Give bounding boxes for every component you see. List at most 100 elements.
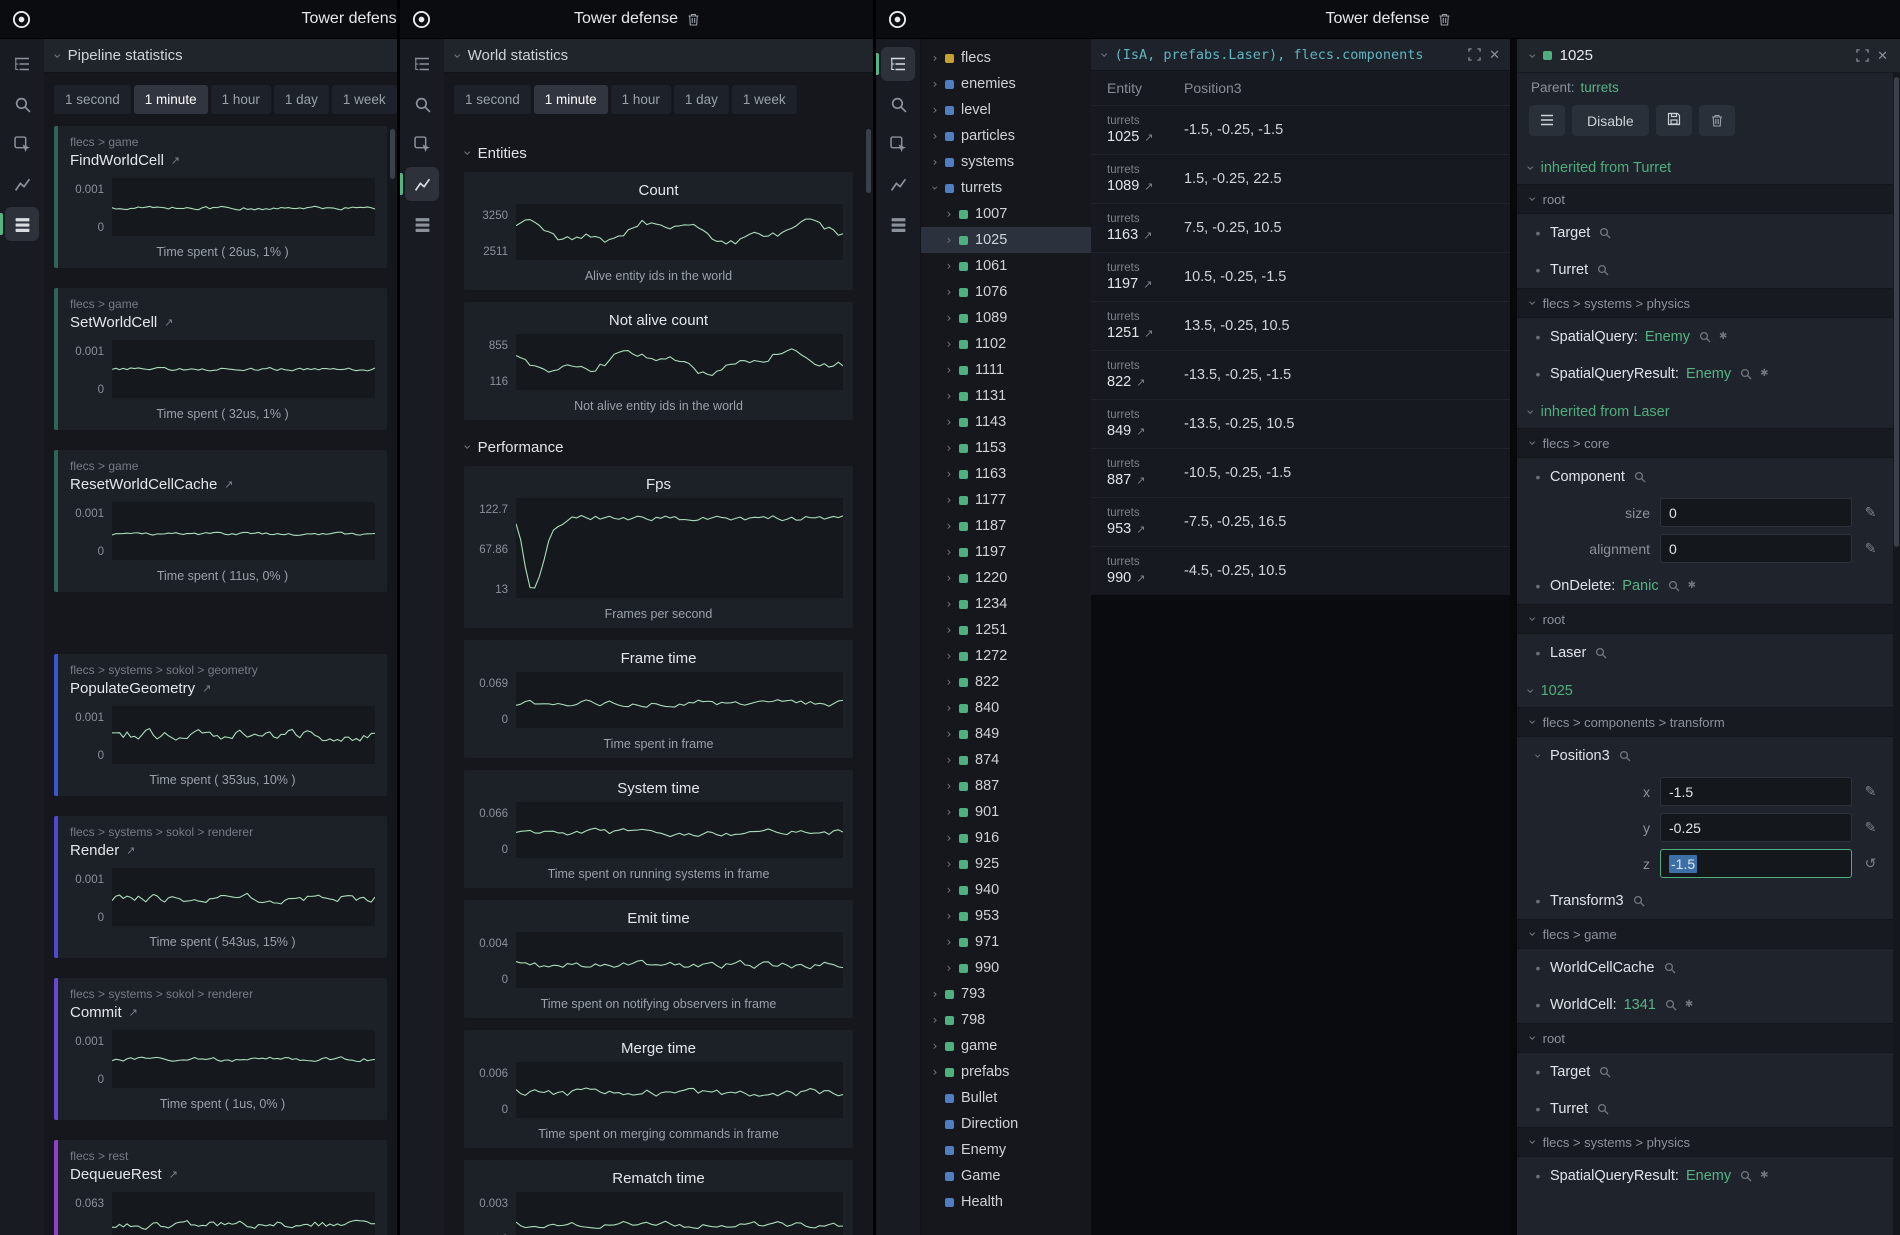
tree-item-1076[interactable]: ›1076 — [921, 279, 1091, 305]
tree-item-flecs[interactable]: ›flecs — [921, 45, 1091, 71]
inspector-group-header[interactable]: ›flecs > core — [1517, 428, 1893, 458]
chevron-right-icon[interactable]: › — [943, 364, 955, 376]
chevron-right-icon[interactable]: › — [943, 858, 955, 870]
chevron-down-icon[interactable]: › — [1525, 196, 1539, 202]
inspector-group-header[interactable]: ›flecs > components > transform — [1517, 707, 1893, 737]
chevron-down-icon[interactable]: › — [1525, 300, 1539, 306]
chevron-right-icon[interactable]: › — [943, 260, 955, 272]
chevron-down-icon[interactable]: › — [1525, 440, 1539, 446]
component-row[interactable]: •Target — [1517, 1053, 1893, 1090]
section-header-performance[interactable]: ›Performance — [464, 436, 853, 458]
time-range-1-hour[interactable]: 1 hour — [211, 85, 271, 114]
time-range-1-week[interactable]: 1 week — [332, 85, 397, 114]
tree-item-1163[interactable]: ›1163 — [921, 461, 1091, 487]
trash-icon[interactable] — [1439, 13, 1451, 26]
chevron-right-icon[interactable]: › — [943, 312, 955, 324]
entity-id[interactable]: 1025 — [1107, 129, 1139, 145]
magnifier-icon[interactable] — [1740, 1170, 1752, 1182]
field-input-alignment[interactable]: 0 — [1660, 534, 1852, 563]
chevron-right-icon[interactable]: › — [929, 52, 941, 64]
expand-icon[interactable] — [1468, 48, 1481, 61]
chevron-right-icon[interactable]: › — [943, 650, 955, 662]
query-result-row[interactable]: turrets1163↗7.5, -0.25, 10.5 — [1091, 203, 1510, 252]
tree-item-1177[interactable]: ›1177 — [921, 487, 1091, 513]
chevron-right-icon[interactable]: › — [943, 910, 955, 922]
query-result-row[interactable]: turrets1251↗13.5, -0.25, 10.5 — [1091, 301, 1510, 350]
tree-item-1187[interactable]: ›1187 — [921, 513, 1091, 539]
tree-item-990[interactable]: ›990 — [921, 955, 1091, 981]
chart-view-icon[interactable] — [881, 167, 915, 201]
component-row[interactable]: •Laser — [1517, 634, 1893, 671]
tree-item-1197[interactable]: ›1197 — [921, 539, 1091, 565]
entity-id[interactable]: 1197 — [1107, 276, 1138, 292]
inspector-section-header[interactable]: ›1025 — [1517, 675, 1893, 707]
tree-item-game[interactable]: ›game — [921, 1033, 1091, 1059]
tree-item-1111[interactable]: ›1111 — [921, 357, 1091, 383]
component-row[interactable]: •WorldCellCache — [1517, 949, 1893, 986]
magnifier-icon[interactable] — [1665, 999, 1677, 1011]
chevron-down-icon[interactable]: › — [1532, 751, 1544, 761]
entity-id[interactable]: 887 — [1107, 472, 1131, 488]
query-result-row[interactable]: turrets822↗-13.5, -0.25, -1.5 — [1091, 350, 1510, 399]
field-input-x[interactable]: -1.5 — [1660, 777, 1852, 806]
chevron-down-icon[interactable]: › — [1525, 1035, 1539, 1041]
query-result-row[interactable]: turrets1025↗-1.5, -0.25, -1.5 — [1091, 105, 1510, 154]
chevron-right-icon[interactable]: › — [943, 468, 955, 480]
component-row[interactable]: •WorldCell:1341✱ — [1517, 986, 1893, 1023]
scrollbar-thumb[interactable] — [1894, 77, 1899, 547]
tree-item-849[interactable]: ›849 — [921, 721, 1091, 747]
component-row[interactable]: •Turret — [1517, 1090, 1893, 1127]
chevron-right-icon[interactable]: › — [929, 988, 941, 1000]
component-row[interactable]: •SpatialQueryResult:Enemy✱ — [1517, 355, 1893, 392]
tree-view-icon[interactable] — [881, 47, 915, 81]
chevron-right-icon[interactable]: › — [929, 104, 941, 116]
field-input-y[interactable]: -0.25 — [1660, 813, 1852, 842]
query-result-row[interactable]: turrets1197↗10.5, -0.25, -1.5 — [1091, 252, 1510, 301]
chevron-down-icon[interactable]: › — [1097, 52, 1111, 58]
tree-item-particles[interactable]: ›particles — [921, 123, 1091, 149]
inspector-group-header[interactable]: ›root — [1517, 604, 1893, 634]
tree-item-turrets[interactable]: ›turrets — [921, 175, 1091, 201]
magnifier-icon[interactable] — [1597, 264, 1609, 276]
chevron-right-icon[interactable]: › — [929, 1014, 941, 1026]
chevron-right-icon[interactable]: › — [943, 572, 955, 584]
inspector-group-header[interactable]: ›flecs > systems > physics — [1517, 1127, 1893, 1157]
time-range-1-day[interactable]: 1 day — [674, 85, 729, 114]
entity-id[interactable]: 1163 — [1107, 227, 1138, 243]
entity-id[interactable]: 953 — [1107, 521, 1131, 537]
chevron-right-icon[interactable]: › — [943, 624, 955, 636]
chart-view-icon[interactable] — [405, 167, 439, 201]
tree-item-prefabs[interactable]: ›prefabs — [921, 1059, 1091, 1085]
chevron-right-icon[interactable]: › — [943, 702, 955, 714]
chevron-right-icon[interactable]: › — [929, 78, 941, 90]
magnifier-icon[interactable] — [1740, 368, 1752, 380]
magnifier-icon[interactable] — [1664, 962, 1676, 974]
chevron-right-icon[interactable]: › — [943, 728, 955, 740]
tree-item-1025[interactable]: ›1025 — [921, 227, 1091, 253]
chevron-right-icon[interactable]: › — [943, 520, 955, 532]
search-icon[interactable] — [881, 87, 915, 121]
search-icon[interactable] — [405, 87, 439, 121]
pencil-icon[interactable]: ✎ — [1862, 540, 1879, 557]
scrollbar-track[interactable] — [1893, 73, 1900, 1235]
magnifier-icon[interactable] — [1599, 1066, 1611, 1078]
chevron-right-icon[interactable]: › — [929, 1066, 941, 1078]
stat-name[interactable]: SetWorldCell — [70, 314, 157, 331]
query-expression[interactable]: (IsA, prefabs.Laser), flecs.components — [1115, 47, 1424, 63]
magnifier-icon[interactable] — [1595, 647, 1607, 659]
tree-item-916[interactable]: ›916 — [921, 825, 1091, 851]
pencil-icon[interactable]: ✎ — [1862, 819, 1879, 836]
tree-item-1251[interactable]: ›1251 — [921, 617, 1091, 643]
magnifier-icon[interactable] — [1633, 895, 1645, 907]
save-button[interactable] — [1656, 105, 1692, 136]
tree-item-enemies[interactable]: ›enemies — [921, 71, 1091, 97]
chevron-down-icon[interactable]: › — [1525, 1139, 1539, 1145]
inspect-icon[interactable] — [5, 127, 39, 161]
close-icon[interactable]: ✕ — [1489, 47, 1500, 63]
component-row[interactable]: •SpatialQuery:Enemy✱ — [1517, 318, 1893, 355]
chevron-right-icon[interactable]: › — [943, 676, 955, 688]
tree-item-901[interactable]: ›901 — [921, 799, 1091, 825]
magnifier-icon[interactable] — [1699, 331, 1711, 343]
disable-button[interactable]: Disable — [1572, 105, 1649, 136]
scrollbar-thumb[interactable] — [866, 129, 871, 193]
